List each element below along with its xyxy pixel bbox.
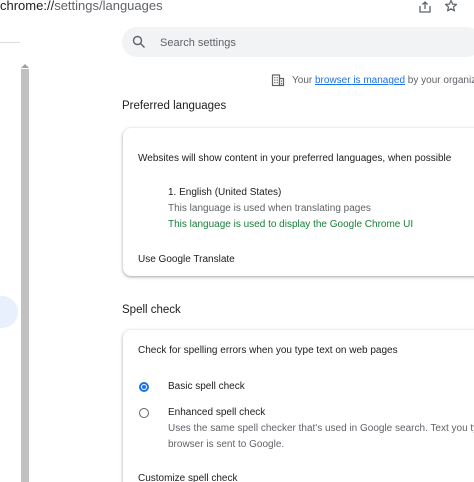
customize-spell-check-label[interactable]: Customize spell check	[138, 473, 237, 482]
url-text[interactable]: chrome://settings/languages	[0, 0, 163, 13]
share-icon[interactable]	[418, 0, 432, 14]
bookmark-star-icon[interactable]	[444, 0, 458, 13]
spell-check-title: Spell check	[122, 304, 181, 316]
managed-notice-prefix: Your	[292, 75, 315, 86]
basic-spell-check-radio[interactable]	[139, 382, 149, 392]
preferred-languages-title: Preferred languages	[122, 100, 227, 112]
spell-check-description: Check for spelling errors when you type …	[138, 345, 398, 356]
side-nav-scrollbar[interactable]	[21, 69, 29, 482]
url-scheme: chrome://	[0, 0, 55, 13]
language-translate-note: This language is used when translating p…	[168, 203, 371, 214]
scroll-up-arrow-icon[interactable]	[21, 64, 29, 68]
use-google-translate-label[interactable]: Use Google Translate	[138, 254, 235, 265]
preferred-languages-card: Websites will show content in your prefe…	[123, 128, 474, 276]
search-input[interactable]	[158, 32, 462, 54]
search-box[interactable]	[122, 27, 474, 57]
enhanced-spell-check-radio[interactable]	[139, 408, 149, 418]
search-icon	[132, 35, 145, 48]
enhanced-spell-check-label[interactable]: Enhanced spell check	[168, 407, 265, 418]
language-name: 1. English (United States)	[168, 187, 282, 198]
preferred-languages-description: Websites will show content in your prefe…	[138, 153, 452, 164]
basic-spell-check-label[interactable]: Basic spell check	[168, 381, 245, 392]
url-path: settings/languages	[54, 0, 163, 13]
enhanced-spell-check-description-line1: Uses the same spell checker that's used …	[168, 423, 474, 434]
spell-check-card: Check for spelling errors when you type …	[123, 330, 474, 482]
building-icon	[271, 74, 285, 87]
side-nav-panel	[0, 16, 20, 482]
managed-notice: Your browser is managed by your organiz	[292, 75, 474, 86]
side-nav-divider	[0, 42, 20, 43]
managed-link[interactable]: browser is managed	[315, 75, 405, 86]
enhanced-spell-check-description-line2: browser is sent to Google.	[168, 439, 285, 450]
address-bar[interactable]: chrome://settings/languages	[0, 0, 474, 16]
managed-notice-suffix: by your organiz	[405, 75, 474, 86]
language-display-note: This language is used to display the Goo…	[168, 219, 414, 230]
settings-page: chrome://settings/languages Your bro	[0, 0, 474, 482]
